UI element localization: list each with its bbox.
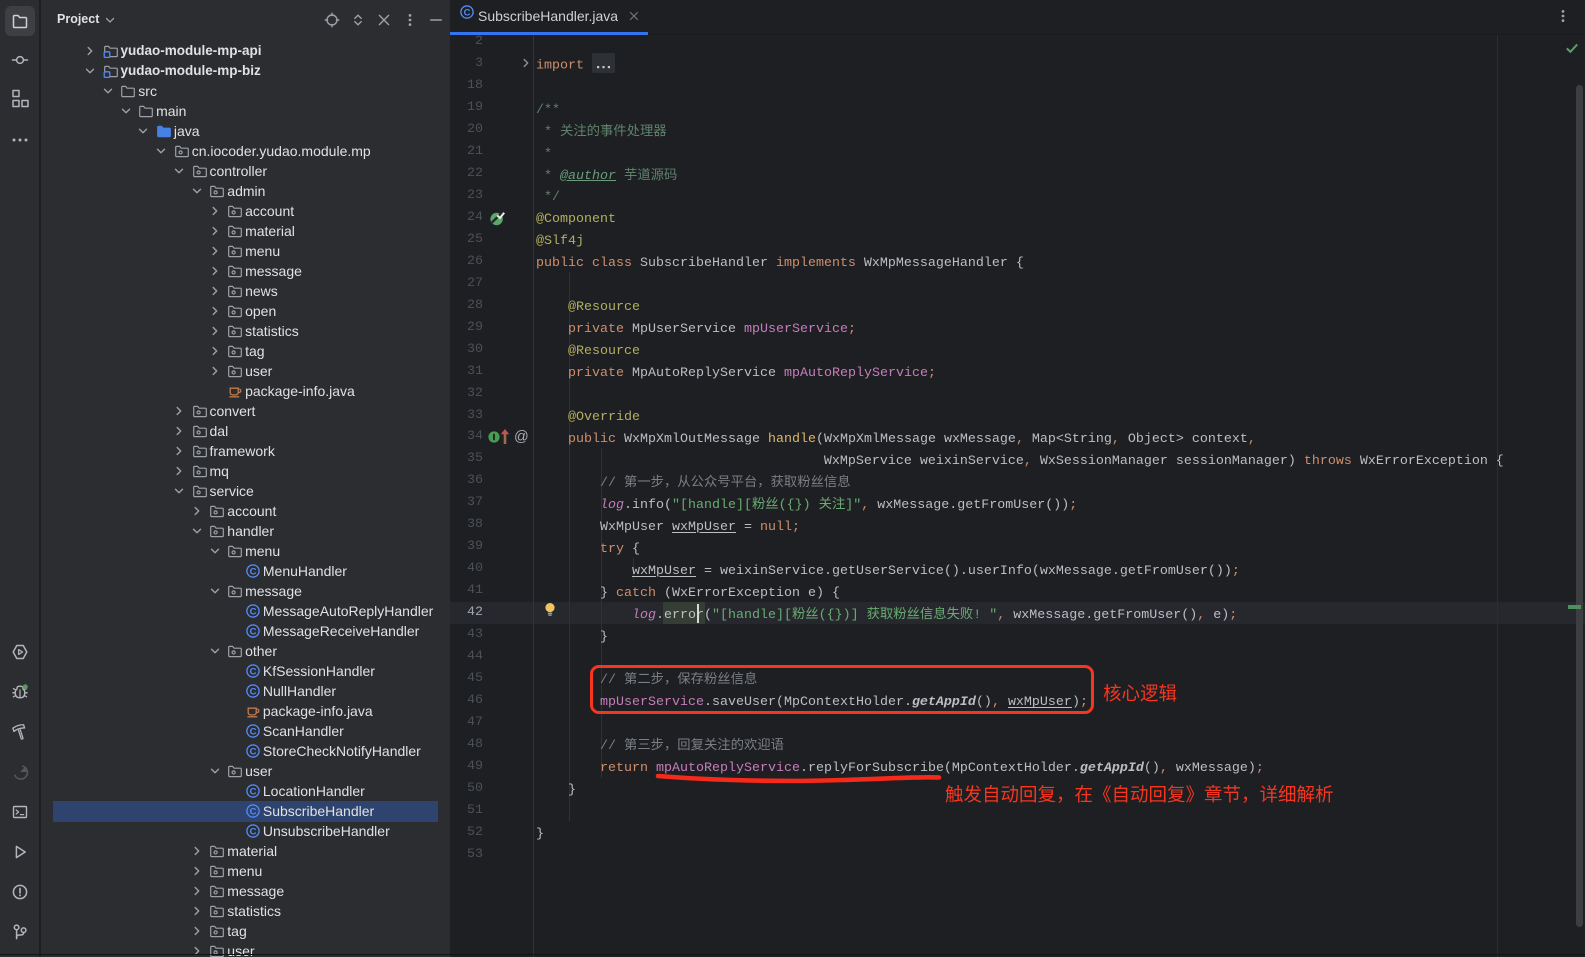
svg-text:C: C — [249, 667, 256, 678]
svg-text:C: C — [249, 567, 256, 578]
svg-text:C: C — [464, 8, 471, 19]
svg-text:C: C — [249, 747, 256, 758]
svg-text:C: C — [249, 787, 256, 798]
svg-text:C: C — [249, 827, 256, 838]
svg-text:C: C — [249, 807, 256, 818]
svg-text:C: C — [249, 727, 256, 738]
svg-text:C: C — [249, 687, 256, 698]
svg-text:C: C — [249, 607, 256, 618]
svg-text:C: C — [249, 627, 256, 638]
